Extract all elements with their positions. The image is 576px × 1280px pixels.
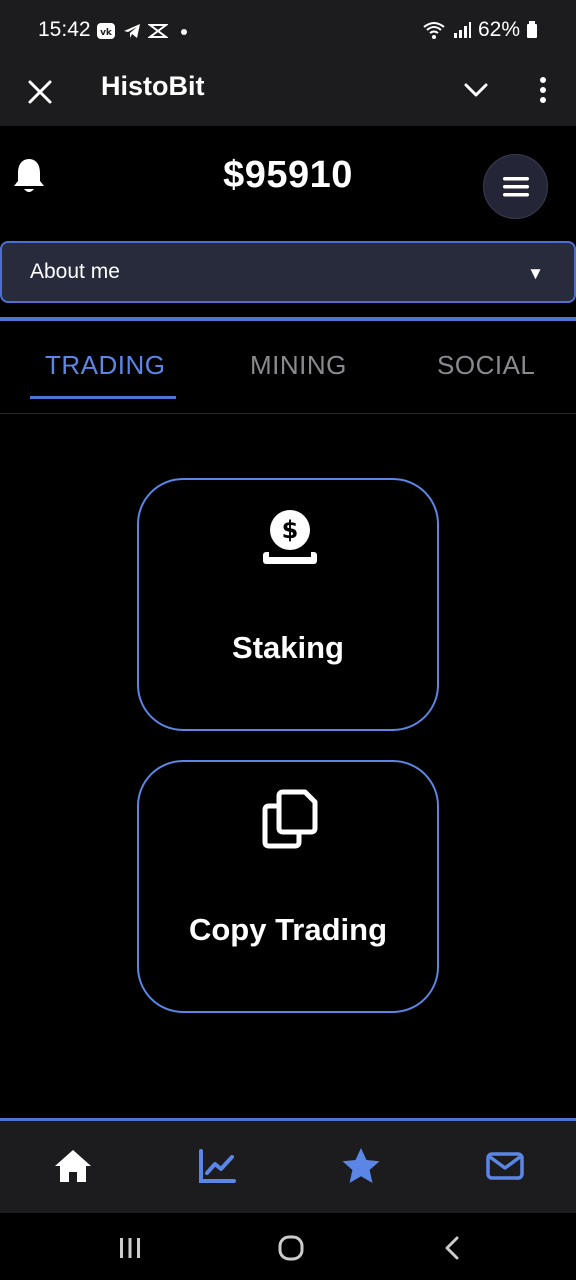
copy-trading-label: Copy Trading — [188, 912, 388, 947]
copy-trading-card[interactable]: Copy Trading — [137, 760, 439, 1013]
svg-text:$: $ — [282, 516, 299, 544]
tab-trading[interactable]: TRADING — [45, 350, 166, 381]
wifi-icon — [423, 22, 445, 39]
svg-text:vk: vk — [100, 28, 113, 38]
app-bar: HistoBit — [0, 62, 576, 126]
vk-icon: vk — [97, 23, 115, 39]
signal-icon — [453, 22, 471, 38]
tab-social[interactable]: SOCIAL — [437, 350, 535, 381]
battery-icon — [527, 21, 537, 38]
close-icon[interactable] — [22, 74, 58, 110]
tab-mining[interactable]: MINING — [250, 350, 347, 381]
coin-hand-icon: $ — [263, 510, 317, 564]
app-title: HistoBit — [101, 71, 205, 101]
status-bar: 15:42 vk 62% — [0, 0, 576, 62]
chart-line-icon[interactable] — [196, 1145, 238, 1187]
recents-icon[interactable] — [115, 1233, 145, 1263]
select-value: About me — [30, 260, 120, 283]
dropdown-arrow-icon: ▼ — [527, 264, 544, 283]
dot-icon — [181, 29, 187, 35]
back-icon[interactable] — [438, 1233, 468, 1263]
status-time: 15:42 — [38, 18, 91, 41]
capcut-icon — [148, 24, 168, 38]
balance-header: $95910 — [0, 126, 576, 236]
copy-icon — [262, 789, 318, 849]
status-system-icons: 62% — [422, 18, 538, 42]
home-circle-icon[interactable] — [276, 1233, 306, 1263]
mail-icon[interactable] — [484, 1145, 526, 1187]
staking-label: Staking — [232, 630, 344, 665]
active-tab-indicator — [30, 396, 176, 399]
chevron-down-icon[interactable] — [458, 72, 494, 108]
tab-bar: TRADING MINING SOCIAL — [0, 322, 576, 414]
staking-card[interactable]: $ Staking — [137, 478, 439, 731]
more-vert-icon[interactable] — [528, 72, 558, 108]
hamburger-menu-icon — [502, 176, 529, 196]
menu-button[interactable] — [483, 154, 548, 219]
status-notification-icons: vk — [96, 21, 194, 41]
bottom-navigation — [0, 1121, 576, 1213]
section-divider — [0, 317, 576, 321]
system-navigation — [0, 1213, 576, 1280]
star-icon[interactable] — [340, 1145, 382, 1187]
home-icon[interactable] — [52, 1145, 94, 1187]
about-me-select[interactable]: About me ▼ — [0, 241, 576, 303]
battery-percent: 62% — [477, 18, 520, 41]
telegram-icon — [124, 24, 140, 38]
